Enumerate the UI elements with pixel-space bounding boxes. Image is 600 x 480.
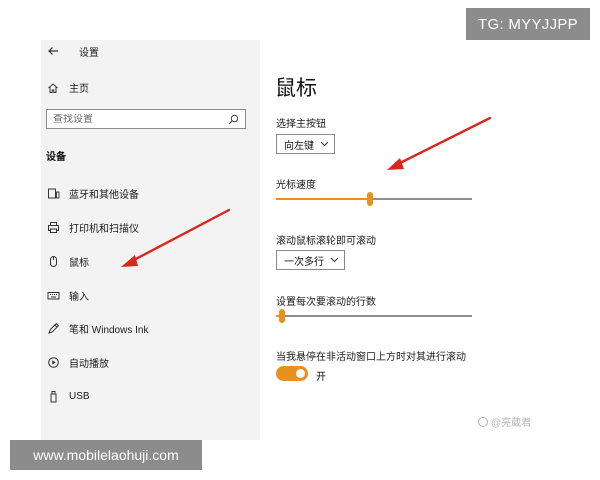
sidebar-item-autoplay[interactable]: 自动播放 bbox=[46, 355, 109, 370]
watermark-logo-icon bbox=[478, 416, 488, 427]
author-watermark: @亮葳君 bbox=[478, 414, 531, 429]
red-arrow-content bbox=[387, 116, 492, 170]
settings-sidebar: 设置 主页 设备 蓝牙和其他设备 打印机和扫描仪 鼠标 输入 bbox=[41, 40, 260, 440]
primary-button-label: 选择主按钮 bbox=[276, 119, 326, 130]
chevron-down-icon bbox=[330, 257, 339, 263]
tg-watermark-badge: TG: MYYJJPP bbox=[466, 8, 590, 40]
autoplay-icon bbox=[46, 356, 60, 370]
section-title: 设备 bbox=[46, 152, 66, 163]
sidebar-item-mouse[interactable]: 鼠标 bbox=[46, 254, 89, 269]
site-watermark-badge: www.mobilelaohuji.com bbox=[10, 440, 202, 470]
sidebar-item-pen[interactable]: 笔和 Windows Ink bbox=[46, 321, 148, 336]
sidebar-item-label: 主页 bbox=[69, 84, 89, 95]
chevron-down-icon bbox=[320, 141, 329, 147]
toggle-knob bbox=[296, 369, 305, 378]
sidebar-item-bluetooth[interactable]: 蓝牙和其他设备 bbox=[46, 186, 139, 201]
sidebar-item-typing[interactable]: 输入 bbox=[46, 288, 89, 303]
sidebar-item-label: 自动播放 bbox=[69, 359, 109, 370]
keyboard-icon bbox=[46, 289, 60, 303]
back-button[interactable] bbox=[47, 42, 59, 60]
sidebar-item-label: USB bbox=[69, 390, 90, 402]
sidebar-item-label: 笔和 Windows Ink bbox=[69, 325, 149, 336]
usb-icon bbox=[46, 389, 60, 403]
sidebar-item-label: 输入 bbox=[69, 292, 89, 303]
search-icon[interactable] bbox=[227, 113, 239, 125]
sidebar-item-home[interactable]: 主页 bbox=[46, 80, 89, 95]
back-arrow-icon[interactable] bbox=[47, 45, 59, 57]
inactive-scroll-toggle[interactable] bbox=[276, 366, 308, 381]
watermark-text: @亮葳君 bbox=[491, 418, 532, 429]
wheel-scroll-dropdown[interactable]: 一次多行 bbox=[276, 250, 345, 270]
search-input[interactable] bbox=[53, 113, 227, 125]
mouse-icon bbox=[46, 255, 60, 269]
sidebar-item-label: 蓝牙和其他设备 bbox=[69, 190, 139, 201]
printer-icon bbox=[46, 221, 60, 235]
sidebar-item-label: 鼠标 bbox=[69, 258, 89, 269]
primary-button-value: 向左键 bbox=[284, 140, 314, 152]
pen-icon bbox=[46, 322, 60, 336]
wheel-scroll-value: 一次多行 bbox=[284, 256, 324, 268]
search-box[interactable] bbox=[46, 109, 246, 129]
toggle-state-text: 开 bbox=[316, 372, 326, 383]
wheel-scroll-label: 滚动鼠标滚轮即可滚动 bbox=[276, 236, 376, 247]
sidebar-item-printers[interactable]: 打印机和扫描仪 bbox=[46, 220, 139, 235]
cursor-speed-label: 光标速度 bbox=[276, 180, 316, 191]
window-title: 设置 bbox=[79, 48, 99, 59]
inactive-scroll-label: 当我悬停在非活动窗口上方时对其进行滚动 bbox=[276, 352, 466, 363]
slider-track bbox=[276, 315, 472, 317]
sidebar-item-usb[interactable]: USB bbox=[46, 389, 90, 403]
cursor-speed-slider[interactable] bbox=[276, 192, 472, 206]
home-icon bbox=[46, 81, 60, 95]
sidebar-item-label: 打印机和扫描仪 bbox=[69, 224, 139, 235]
slider-thumb[interactable] bbox=[278, 309, 285, 323]
slider-thumb[interactable] bbox=[367, 192, 374, 206]
bluetooth-devices-icon bbox=[46, 187, 60, 201]
page-title: 鼠标 bbox=[275, 77, 317, 100]
scroll-lines-label: 设置每次要滚动的行数 bbox=[276, 297, 376, 308]
scroll-lines-slider[interactable] bbox=[276, 309, 472, 323]
primary-button-dropdown[interactable]: 向左键 bbox=[276, 134, 335, 154]
slider-fill bbox=[276, 198, 371, 200]
